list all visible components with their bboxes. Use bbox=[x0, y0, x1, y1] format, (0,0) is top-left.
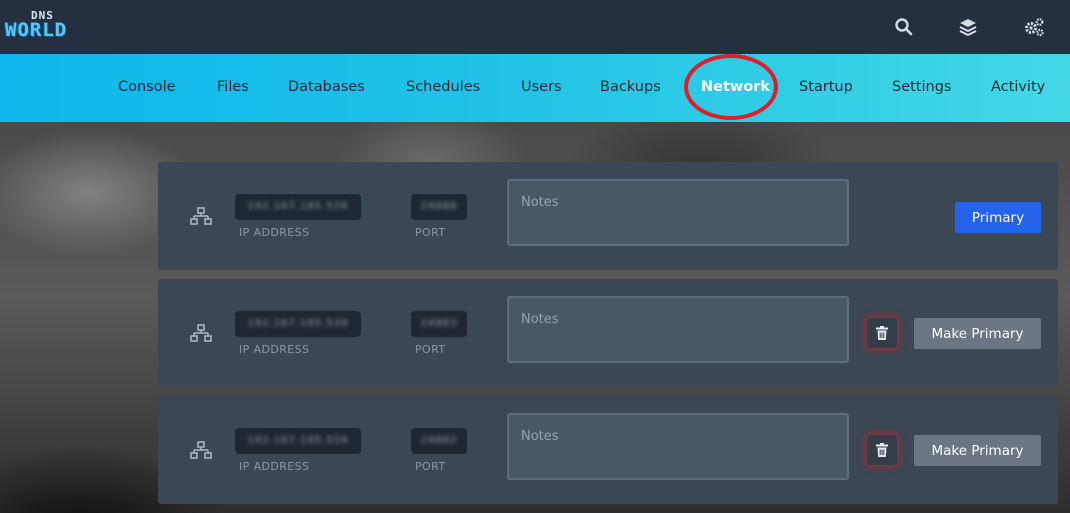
trash-icon bbox=[876, 443, 888, 457]
ip-address-text: 192.167.185.539 bbox=[247, 435, 349, 446]
port-label: PORT bbox=[415, 226, 446, 239]
delete-button[interactable] bbox=[867, 435, 897, 465]
search-icon[interactable] bbox=[892, 15, 916, 39]
network-icon bbox=[190, 441, 212, 459]
allocation-card: 192.167.185.539 IP ADDRESS 24888 PORT Pr… bbox=[158, 162, 1058, 270]
ip-address-value: 192.167.185.539 bbox=[235, 311, 361, 337]
port-text: 24888 bbox=[420, 201, 458, 212]
highlight-circle-annotation bbox=[684, 54, 778, 120]
ip-address-text: 192.167.185.539 bbox=[247, 318, 349, 329]
tab-activity[interactable]: Activity bbox=[991, 79, 1045, 95]
tab-backups[interactable]: Backups bbox=[600, 79, 661, 95]
allocation-card: 192.167.185.539 IP ADDRESS 24882 PORT Ma… bbox=[158, 396, 1058, 504]
logo-big-text: WORLD bbox=[5, 19, 68, 41]
allocation-card: 192.167.185.539 IP ADDRESS 24883 PORT Ma… bbox=[158, 279, 1058, 387]
notes-input[interactable] bbox=[507, 179, 849, 246]
port-text: 24883 bbox=[420, 318, 458, 329]
tab-files[interactable]: Files bbox=[217, 79, 249, 95]
ip-address-value: 192.167.185.539 bbox=[235, 428, 361, 454]
tab-schedules[interactable]: Schedules bbox=[406, 79, 480, 95]
server-nav-bar: Console Files Databases Schedules Users … bbox=[0, 54, 1070, 122]
ip-address-label: IP ADDRESS bbox=[239, 460, 310, 473]
tab-users[interactable]: Users bbox=[521, 79, 562, 95]
gears-icon[interactable] bbox=[1022, 15, 1046, 39]
primary-button[interactable]: Primary bbox=[955, 202, 1041, 233]
ip-address-value: 192.167.185.539 bbox=[235, 194, 361, 220]
top-header: DNS WORLD bbox=[0, 0, 1070, 54]
network-icon bbox=[190, 324, 212, 342]
port-label: PORT bbox=[415, 343, 446, 356]
ip-address-label: IP ADDRESS bbox=[239, 226, 310, 239]
tab-databases[interactable]: Databases bbox=[288, 79, 365, 95]
port-text: 24882 bbox=[420, 435, 458, 446]
tab-settings[interactable]: Settings bbox=[892, 79, 951, 95]
make-primary-button[interactable]: Make Primary bbox=[914, 318, 1041, 349]
make-primary-button[interactable]: Make Primary bbox=[914, 435, 1041, 466]
delete-button[interactable] bbox=[867, 318, 897, 348]
trash-icon bbox=[876, 326, 888, 340]
tab-startup[interactable]: Startup bbox=[799, 79, 853, 95]
port-value: 24883 bbox=[411, 311, 467, 337]
dns-world-logo[interactable]: DNS WORLD bbox=[5, 9, 91, 45]
ip-address-label: IP ADDRESS bbox=[239, 343, 310, 356]
tab-console[interactable]: Console bbox=[118, 79, 176, 95]
layers-icon[interactable] bbox=[956, 15, 980, 39]
port-label: PORT bbox=[415, 460, 446, 473]
port-value: 24882 bbox=[411, 428, 467, 454]
notes-input[interactable] bbox=[507, 413, 849, 480]
notes-input[interactable] bbox=[507, 296, 849, 363]
ip-address-text: 192.167.185.539 bbox=[247, 201, 349, 212]
network-icon bbox=[190, 207, 212, 225]
port-value: 24888 bbox=[411, 194, 467, 220]
